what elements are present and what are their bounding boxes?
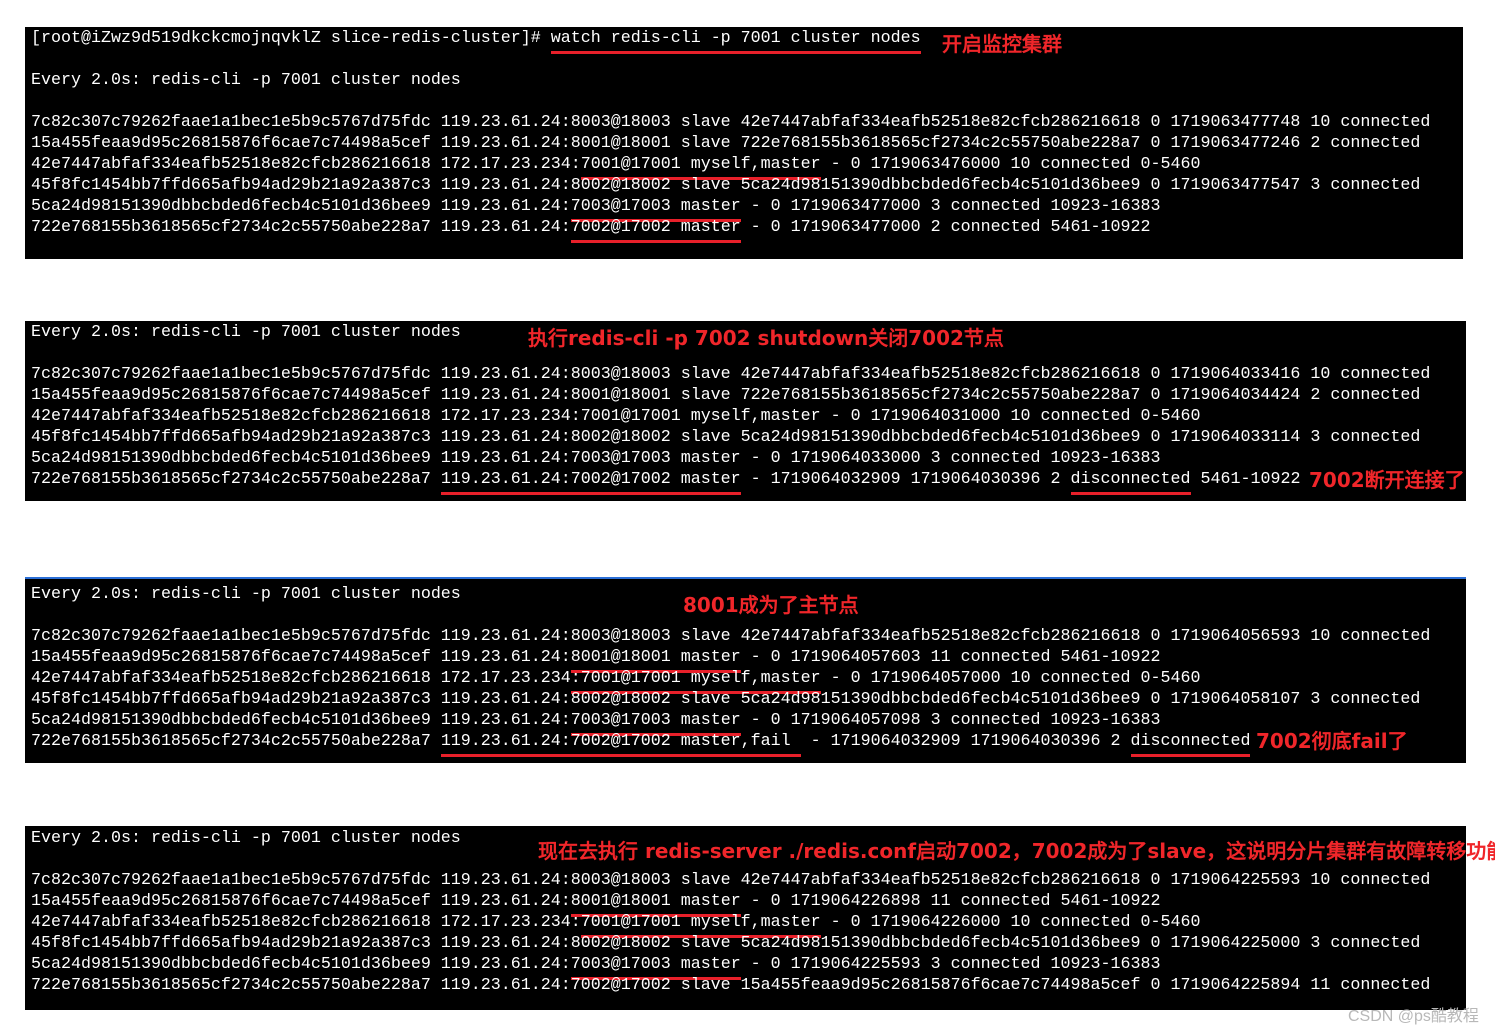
terminal-text: Every 2.0s: redis-cli -p 7001 cluster no… — [31, 585, 461, 604]
terminal-text: 15a455feaa9d95c26815876f6cae7c74498a5cef… — [31, 134, 1421, 153]
terminal-panel-shutdown-7002: Every 2.0s: redis-cli -p 7001 cluster no… — [25, 321, 1466, 501]
terminal-text: - 1719064032909 1719064030396 2 — [740, 470, 1071, 489]
terminal-panel-failover: Every 2.0s: redis-cli -p 7001 cluster no… — [25, 577, 1466, 763]
underlined-highlight: disconnected — [1130, 732, 1251, 757]
terminal-text: 722e768155b3618565cf2734c2c55750abe228a7… — [31, 218, 571, 237]
terminal-line: 42e7447abfaf334eafb52518e82cfcb286216618… — [31, 406, 1466, 427]
terminal-line: 722e768155b3618565cf2734c2c55750abe228a7… — [31, 469, 1466, 495]
terminal-line: 722e768155b3618565cf2734c2c55750abe228a7… — [31, 217, 1463, 243]
terminal-line: 45f8fc1454bb7ffd665afb94ad29b21a92a387c3… — [31, 933, 1466, 954]
terminal-text: Every 2.0s: redis-cli -p 7001 cluster no… — [31, 71, 461, 90]
terminal-text: Every 2.0s: redis-cli -p 7001 cluster no… — [31, 829, 461, 848]
terminal-text: 45f8fc1454bb7ffd665afb94ad29b21a92a387c3… — [31, 176, 1421, 195]
terminal-line: 722e768155b3618565cf2734c2c55750abe228a7… — [31, 731, 1466, 757]
terminal-text: 45f8fc1454bb7ffd665afb94ad29b21a92a387c3… — [31, 690, 1421, 709]
terminal-text: 722e768155b3618565cf2734c2c55750abe228a7 — [31, 732, 441, 751]
terminal-line: 42e7447abfaf334eafb52518e82cfcb286216618… — [31, 668, 1466, 694]
annotation-disconnected: 7002断开连接了 — [1309, 468, 1465, 492]
terminal-line: 7c82c307c79262faae1a1bec1e5b9c5767d75fdc… — [31, 626, 1466, 647]
annotation-7002-fail: 7002彻底fail了 — [1256, 729, 1408, 753]
terminal-line: 15a455feaa9d95c26815876f6cae7c74498a5cef… — [31, 891, 1466, 917]
terminal-line: 15a455feaa9d95c26815876f6cae7c74498a5cef… — [31, 647, 1466, 673]
terminal-text: 722e768155b3618565cf2734c2c55750abe228a7… — [31, 976, 1431, 995]
terminal-text: 15a455feaa9d95c26815876f6cae7c74498a5cef… — [31, 892, 571, 911]
terminal-text: 45f8fc1454bb7ffd665afb94ad29b21a92a387c3… — [31, 428, 1421, 447]
terminal-text: - 0 1719064225593 3 connected 10923-1638… — [740, 955, 1161, 974]
terminal-text: Every 2.0s: redis-cli -p 7001 cluster no… — [31, 323, 461, 342]
terminal-text: 5461-10922 — [1190, 470, 1301, 489]
terminal-text: 5ca24d98151390dbbcbded6fecb4c5101d36bee9… — [31, 449, 1161, 468]
terminal-text: 42e7447abfaf334eafb52518e82cfcb286216618… — [31, 669, 571, 688]
underlined-highlight: disconnected — [1070, 470, 1191, 495]
watermark: CSDN @ps酷教程 — [1348, 1008, 1479, 1025]
terminal-panel-restart-7002: Every 2.0s: redis-cli -p 7001 cluster no… — [25, 826, 1495, 1010]
terminal-line: 45f8fc1454bb7ffd665afb94ad29b21a92a387c3… — [31, 427, 1466, 448]
terminal-text: - 0 1719063477000 3 connected 10923-1638… — [740, 197, 1161, 216]
terminal-output: [root@iZwz9d519dkckcmojnqvklZ slice-redi… — [25, 27, 1463, 243]
terminal-text: - 0 1719064057000 10 connected 0-5460 — [820, 669, 1201, 688]
terminal-line: [root@iZwz9d519dkckcmojnqvklZ slice-redi… — [31, 28, 1463, 54]
terminal-text: - 0 1719063477000 2 connected 5461-10922 — [740, 218, 1151, 237]
terminal-text: 722e768155b3618565cf2734c2c55750abe228a7 — [31, 470, 441, 489]
underlined-highlight: 119.23.61.24:7002@17002 master,fail — [440, 732, 801, 757]
terminal-text: - 0 1719063476000 10 connected 0-5460 — [820, 155, 1201, 174]
terminal-text: 42e7447abfaf334eafb52518e82cfcb286216618… — [31, 913, 581, 932]
underlined-highlight: 7002@17002 master — [570, 218, 741, 243]
terminal-text: 5ca24d98151390dbbcbded6fecb4c5101d36bee9… — [31, 197, 571, 216]
annotation-shutdown: 执行redis-cli -p 7002 shutdown关闭7002节点 — [528, 326, 1004, 350]
terminal-line: 45f8fc1454bb7ffd665afb94ad29b21a92a387c3… — [31, 175, 1463, 196]
terminal-text: 15a455feaa9d95c26815876f6cae7c74498a5cef… — [31, 386, 1421, 405]
annotation-8001-master: 8001成为了主节点 — [683, 593, 859, 617]
terminal-text: 45f8fc1454bb7ffd665afb94ad29b21a92a387c3… — [31, 934, 1421, 953]
terminal-text: 42e7447abfaf334eafb52518e82cfcb286216618… — [31, 155, 581, 174]
annotation-start-monitor: 开启监控集群 — [942, 32, 1062, 56]
terminal-panel-start-watch: [root@iZwz9d519dkckcmojnqvklZ slice-redi… — [25, 27, 1463, 259]
terminal-text: 5ca24d98151390dbbcbded6fecb4c5101d36bee9… — [31, 711, 571, 730]
terminal-line: 45f8fc1454bb7ffd665afb94ad29b21a92a387c3… — [31, 689, 1466, 710]
terminal-text: 7c82c307c79262faae1a1bec1e5b9c5767d75fdc… — [31, 871, 1431, 890]
underlined-highlight: watch redis-cli -p 7001 cluster nodes — [550, 29, 921, 54]
terminal-line: 15a455feaa9d95c26815876f6cae7c74498a5cef… — [31, 385, 1466, 406]
terminal-text: - 0 1719064057603 11 connected 5461-1092… — [740, 648, 1161, 667]
terminal-text: - 0 1719064226898 11 connected 5461-1092… — [740, 892, 1161, 911]
terminal-text: 15a455feaa9d95c26815876f6cae7c74498a5cef… — [31, 648, 571, 667]
terminal-line: 5ca24d98151390dbbcbded6fecb4c5101d36bee9… — [31, 196, 1463, 222]
terminal-line: 5ca24d98151390dbbcbded6fecb4c5101d36bee9… — [31, 954, 1466, 980]
terminal-text: [root@iZwz9d519dkckcmojnqvklZ slice-redi… — [31, 29, 551, 48]
terminal-text: - 1719064032909 1719064030396 2 — [800, 732, 1131, 751]
terminal-text: 7c82c307c79262faae1a1bec1e5b9c5767d75fdc… — [31, 627, 1431, 646]
terminal-text: 5ca24d98151390dbbcbded6fecb4c5101d36bee9… — [31, 955, 571, 974]
terminal-text: 42e7447abfaf334eafb52518e82cfcb286216618… — [31, 407, 1201, 426]
terminal-line: 7c82c307c79262faae1a1bec1e5b9c5767d75fdc… — [31, 364, 1466, 385]
terminal-line: 7c82c307c79262faae1a1bec1e5b9c5767d75fdc… — [31, 112, 1463, 133]
terminal-line: Every 2.0s: redis-cli -p 7001 cluster no… — [31, 70, 1463, 91]
terminal-line: 42e7447abfaf334eafb52518e82cfcb286216618… — [31, 154, 1463, 180]
annotation-restart-slave: 现在去执行 redis-server ./redis.conf启动7002，70… — [538, 839, 1495, 863]
terminal-line: 7c82c307c79262faae1a1bec1e5b9c5767d75fdc… — [31, 870, 1466, 891]
underlined-highlight: 119.23.61.24:7002@17002 master — [440, 470, 741, 495]
terminal-text: - 0 1719064057098 3 connected 10923-1638… — [740, 711, 1161, 730]
terminal-line: 5ca24d98151390dbbcbded6fecb4c5101d36bee9… — [31, 448, 1466, 469]
terminal-text: - 0 1719064226000 10 connected 0-5460 — [820, 913, 1201, 932]
terminal-text: 7c82c307c79262faae1a1bec1e5b9c5767d75fdc… — [31, 365, 1431, 384]
terminal-line: 5ca24d98151390dbbcbded6fecb4c5101d36bee9… — [31, 710, 1466, 736]
terminal-line: 15a455feaa9d95c26815876f6cae7c74498a5cef… — [31, 133, 1463, 154]
terminal-text: 7c82c307c79262faae1a1bec1e5b9c5767d75fdc… — [31, 113, 1431, 132]
terminal-line: 42e7447abfaf334eafb52518e82cfcb286216618… — [31, 912, 1466, 938]
terminal-line: 722e768155b3618565cf2734c2c55750abe228a7… — [31, 975, 1466, 996]
